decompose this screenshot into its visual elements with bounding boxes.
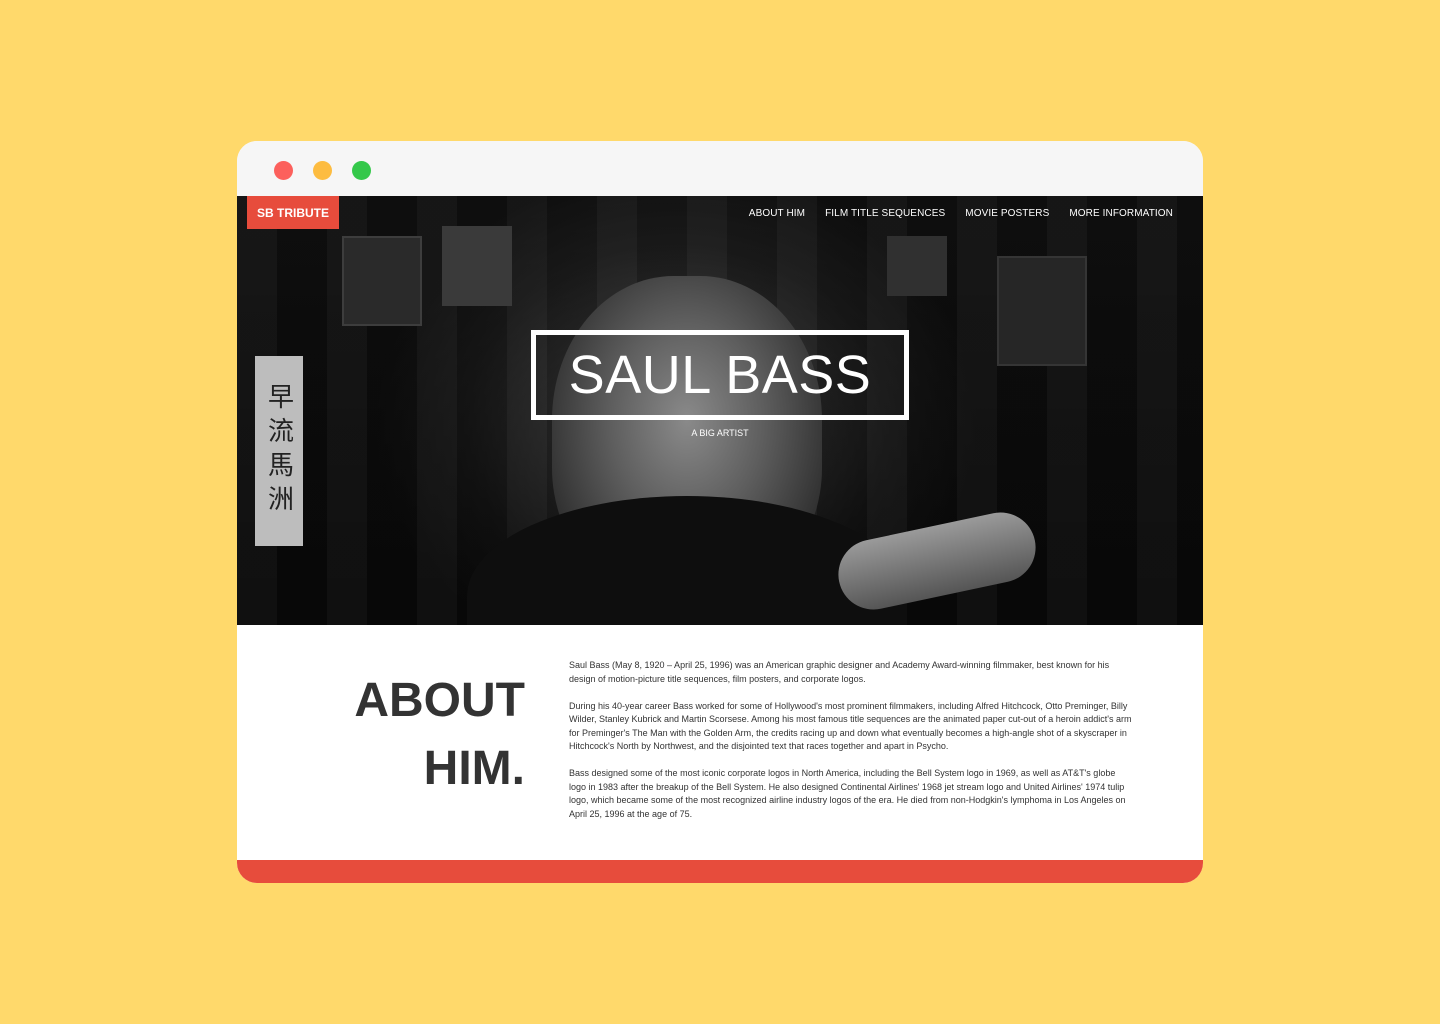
close-window-button[interactable] [274,161,293,180]
wall-frame [342,236,422,326]
about-text: Saul Bass (May 8, 1920 – April 25, 1996)… [569,659,1134,835]
nav-about-him[interactable]: ABOUT HIM [749,208,805,219]
wall-frame [442,226,512,306]
about-paragraph: During his 40-year career Bass worked fo… [569,700,1132,752]
browser-titlebar [237,141,1203,196]
calligraphy-scroll: 早流馬洲 [255,356,303,546]
maximize-window-button[interactable] [352,161,371,180]
about-heading: ABOUT HIM. [354,667,525,803]
browser-window: 早流馬洲 SB TRIBUTE ABOUT HIM FILM TITLE SEQ… [237,141,1203,883]
site-logo[interactable]: SB TRIBUTE [247,196,339,229]
main-nav: ABOUT HIM FILM TITLE SEQUENCES MOVIE POS… [749,208,1173,219]
about-paragraph: Bass designed some of the most iconic co… [569,768,1126,819]
nav-film-title-sequences[interactable]: FILM TITLE SEQUENCES [825,208,945,219]
nav-movie-posters[interactable]: MOVIE POSTERS [965,208,1049,219]
hero-title-box: SAUL BASS [531,330,909,420]
hero-subtitle: A BIG ARTIST [691,428,749,438]
hero-section: 早流馬洲 SB TRIBUTE ABOUT HIM FILM TITLE SEQ… [237,196,1203,625]
about-paragraph: Saul Bass (May 8, 1920 – April 25, 1996)… [569,660,1110,684]
hero-title: SAUL BASS [568,345,872,405]
about-section: ABOUT HIM. Saul Bass (May 8, 1920 – Apri… [237,625,1203,860]
wall-frame [997,256,1087,366]
about-heading-line1: ABOUT [354,674,525,727]
nav-more-information[interactable]: MORE INFORMATION [1069,208,1173,219]
about-heading-line2: HIM. [423,742,525,795]
minimize-window-button[interactable] [313,161,332,180]
wall-frame [887,236,947,296]
footer-bar [237,860,1203,883]
